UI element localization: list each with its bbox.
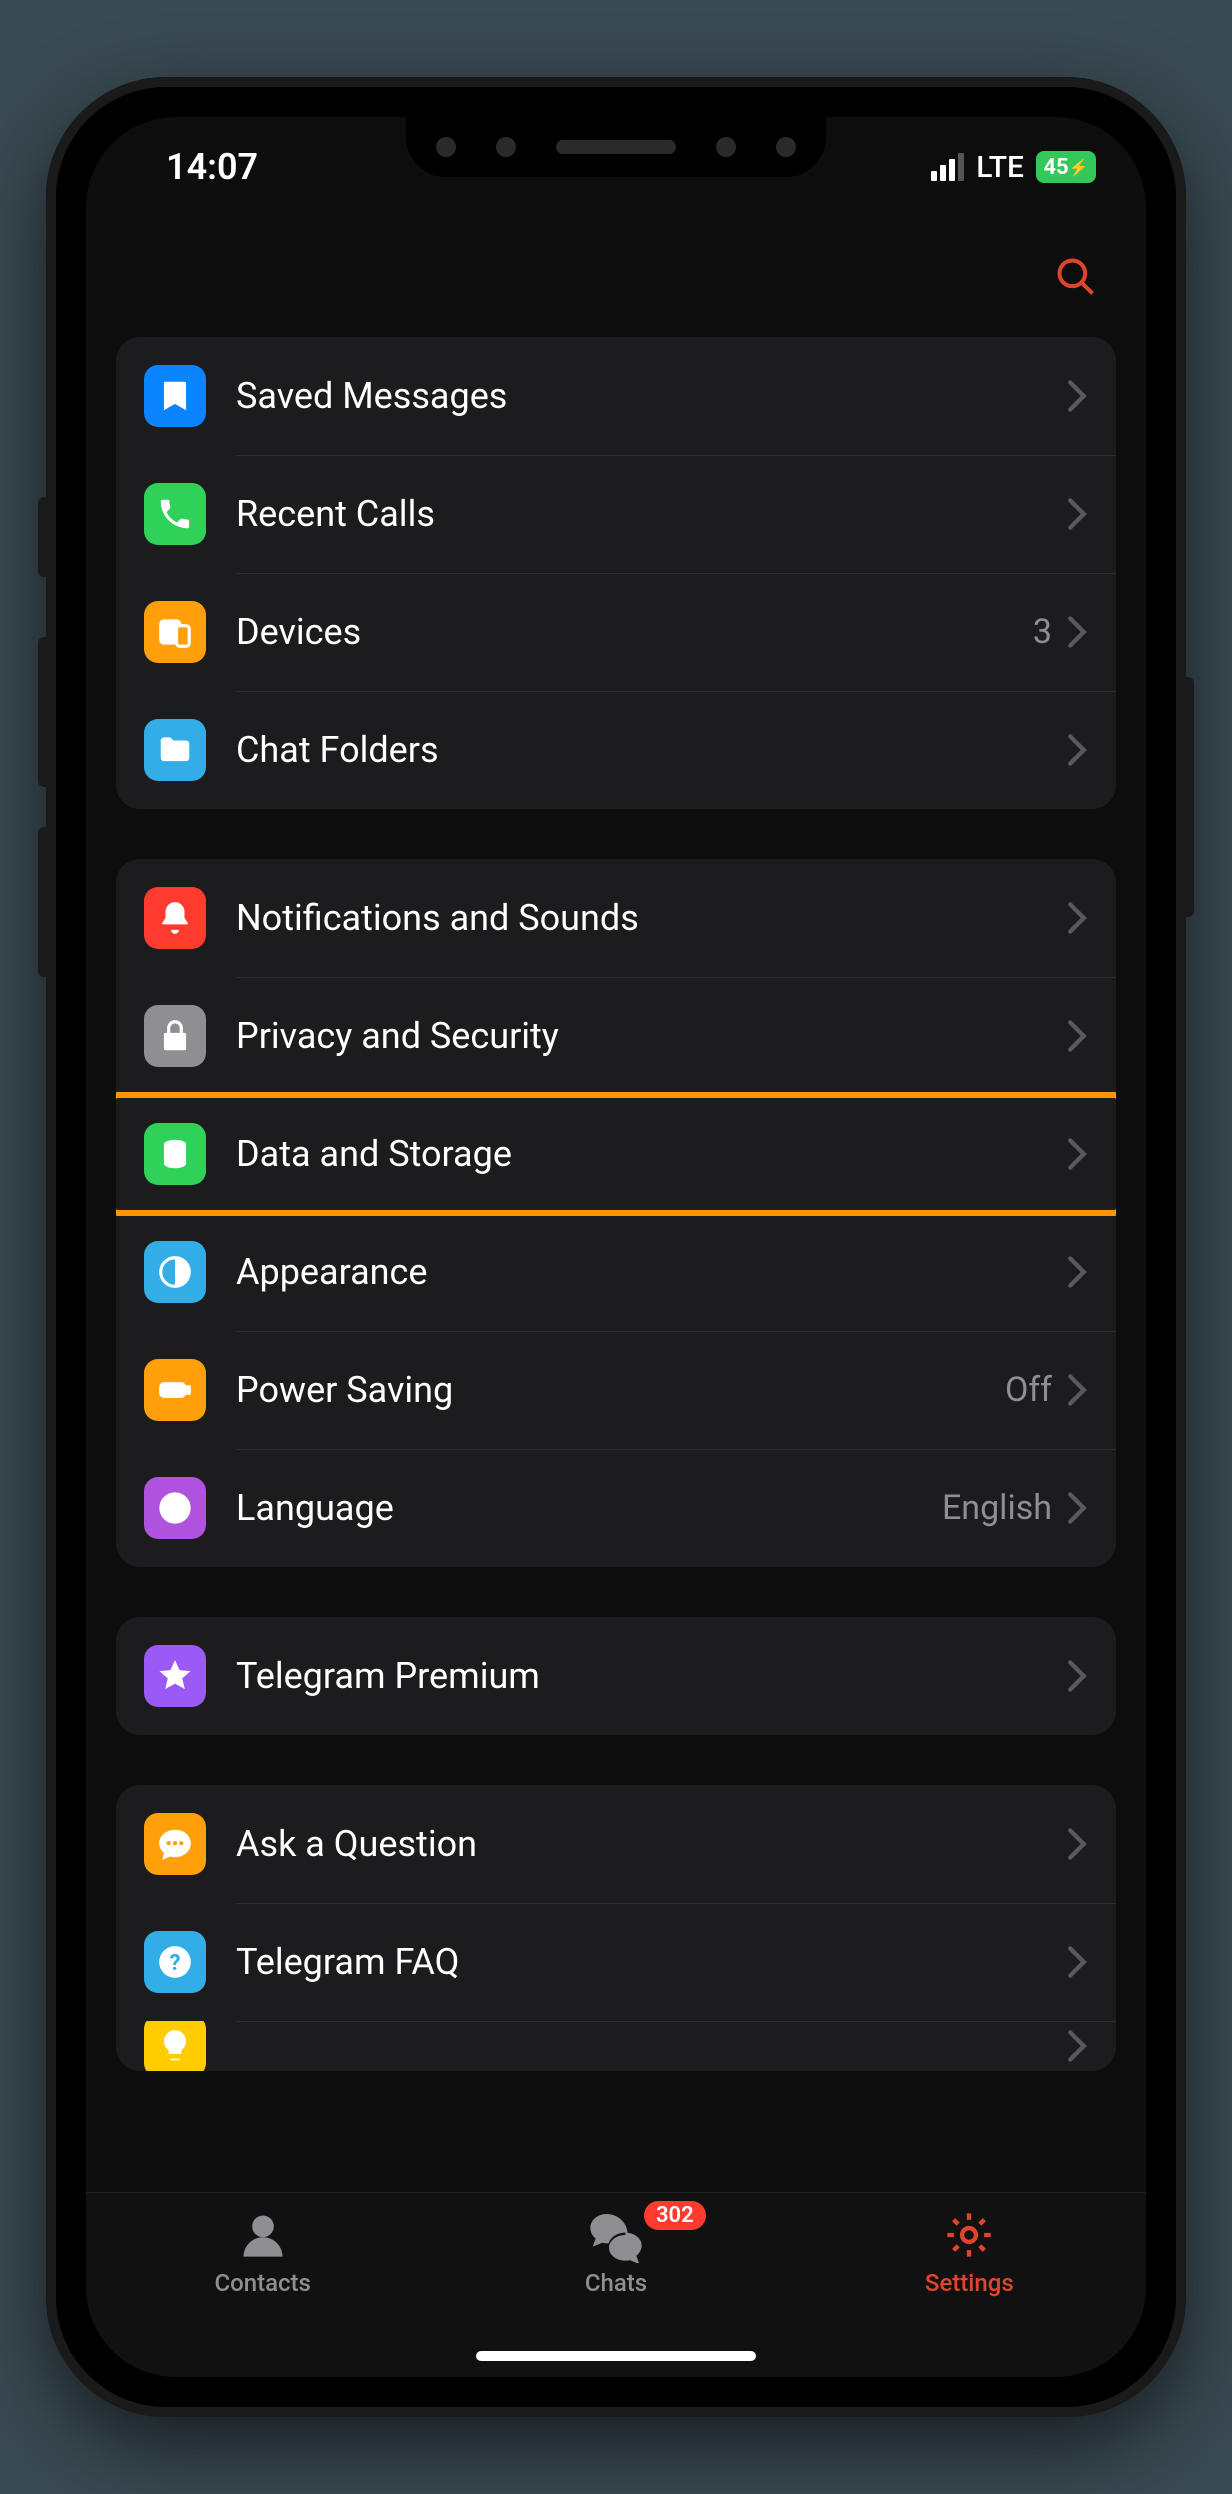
search-button[interactable] (1046, 247, 1106, 307)
cellular-signal-icon (931, 153, 964, 181)
svg-text:?: ? (169, 1950, 180, 1976)
globe-icon (144, 1477, 206, 1539)
row-label: Saved Messages (236, 375, 1066, 417)
settings-row-power-saving[interactable]: Power SavingOff (116, 1331, 1116, 1449)
chevron-right-icon (1066, 1491, 1088, 1525)
chevron-right-icon (1066, 379, 1088, 413)
settings-row-recent-calls[interactable]: Recent Calls (116, 455, 1116, 573)
settings-group: Saved Messages Recent Calls Devices3 Chat F… (116, 337, 1116, 809)
chats-icon (588, 2207, 644, 2263)
volume-up-button (38, 637, 50, 787)
header-bar (86, 217, 1146, 337)
phone-frame: 14:07 LTE 45⚡ Saved Messages Recent Calls… (46, 77, 1186, 2417)
chat-icon (144, 1813, 206, 1875)
chevron-right-icon (1066, 733, 1088, 767)
bookmark-icon (144, 365, 206, 427)
settings-row-data-storage[interactable]: Data and Storage (116, 1095, 1116, 1213)
battery-icon (144, 1359, 206, 1421)
status-time: 14:07 (166, 146, 258, 188)
search-icon (1054, 255, 1098, 299)
volume-down-button (38, 827, 50, 977)
tab-settings[interactable]: Settings (794, 2207, 1144, 2297)
row-label: Recent Calls (236, 493, 1066, 535)
tab-label: Settings (925, 2269, 1014, 2297)
settings-row-notifications[interactable]: Notifications and Sounds (116, 859, 1116, 977)
home-indicator[interactable] (476, 2351, 756, 2361)
person-icon (235, 2207, 291, 2263)
chevron-right-icon (1066, 1019, 1088, 1053)
tab-label: Contacts (214, 2269, 310, 2297)
tab-bar: ContactsChats302Settings (86, 2192, 1146, 2377)
settings-row-devices[interactable]: Devices3 (116, 573, 1116, 691)
settings-row-faq[interactable]: ? Telegram FAQ (116, 1903, 1116, 2021)
settings-content[interactable]: Saved Messages Recent Calls Devices3 Chat F… (86, 337, 1146, 2207)
settings-row-features[interactable] (116, 2021, 1116, 2071)
settings-row-saved-messages[interactable]: Saved Messages (116, 337, 1116, 455)
row-label: Data and Storage (236, 1133, 1066, 1175)
row-label: Privacy and Security (236, 1015, 1066, 1057)
settings-group: Telegram Premium (116, 1617, 1116, 1735)
chevron-right-icon (1066, 1659, 1088, 1693)
row-value: English (942, 1488, 1052, 1528)
row-label: Appearance (236, 1251, 1066, 1293)
chevron-right-icon (1066, 1373, 1088, 1407)
chevron-right-icon (1066, 1137, 1088, 1171)
row-value: 3 (1033, 612, 1052, 652)
battery-indicator: 45⚡ (1036, 151, 1096, 183)
lock-icon (144, 1005, 206, 1067)
chevron-right-icon (1066, 901, 1088, 935)
folder-icon (144, 719, 206, 781)
settings-group: Notifications and Sounds Privacy and Secu… (116, 859, 1116, 1567)
settings-row-ask-question[interactable]: Ask a Question (116, 1785, 1116, 1903)
settings-group: Ask a Question? Telegram FAQ (116, 1785, 1116, 2071)
row-label: Language (236, 1487, 942, 1529)
row-label: Power Saving (236, 1369, 1005, 1411)
bell-icon (144, 887, 206, 949)
chevron-right-icon (1066, 497, 1088, 531)
chevron-right-icon (1066, 615, 1088, 649)
tab-contacts[interactable]: Contacts (88, 2207, 438, 2297)
row-label: Chat Folders (236, 729, 1066, 771)
settings-row-premium[interactable]: Telegram Premium (116, 1617, 1116, 1735)
row-label: Telegram FAQ (236, 1941, 1066, 1983)
row-label: Ask a Question (236, 1823, 1066, 1865)
unread-badge: 302 (644, 2201, 706, 2230)
notch (406, 117, 826, 177)
chevron-right-icon (1066, 2029, 1088, 2063)
settings-row-chat-folders[interactable]: Chat Folders (116, 691, 1116, 809)
bulb-icon (144, 2021, 206, 2071)
mute-switch (38, 497, 50, 577)
settings-row-language[interactable]: LanguageEnglish (116, 1449, 1116, 1567)
settings-row-appearance[interactable]: Appearance (116, 1213, 1116, 1331)
devices-icon (144, 601, 206, 663)
power-button (1182, 677, 1194, 917)
tab-chats[interactable]: Chats302 (441, 2207, 791, 2297)
row-label: Devices (236, 611, 1033, 653)
row-label: Notifications and Sounds (236, 897, 1066, 939)
star-icon (144, 1645, 206, 1707)
tab-label: Chats (585, 2269, 647, 2297)
chevron-right-icon (1066, 1255, 1088, 1289)
contrast-icon (144, 1241, 206, 1303)
chevron-right-icon (1066, 1945, 1088, 1979)
phone-icon (144, 483, 206, 545)
chevron-right-icon (1066, 1827, 1088, 1861)
gear-icon (941, 2207, 997, 2263)
help-icon: ? (144, 1931, 206, 1993)
row-label: Telegram Premium (236, 1655, 1066, 1697)
network-type: LTE (976, 150, 1024, 185)
row-value: Off (1005, 1370, 1052, 1410)
storage-icon (144, 1123, 206, 1185)
settings-row-privacy[interactable]: Privacy and Security (116, 977, 1116, 1095)
